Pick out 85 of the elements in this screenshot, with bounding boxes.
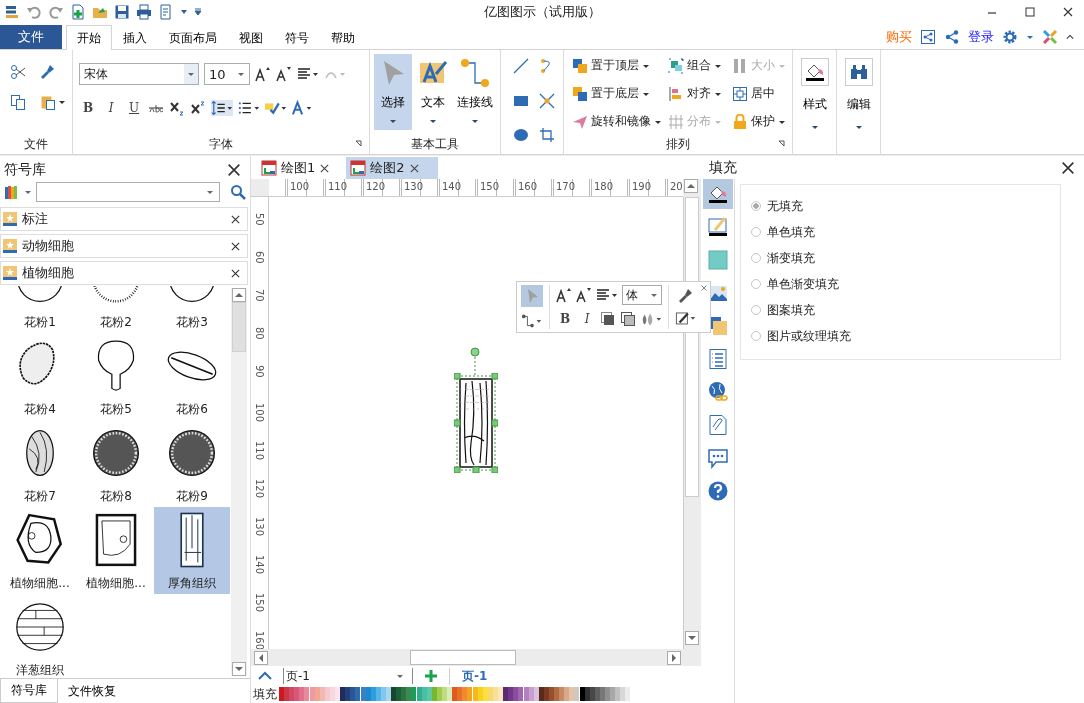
font-select[interactable]: 宋体 — [79, 63, 199, 85]
symbol-item[interactable]: 洋葱组织 — [2, 594, 78, 678]
ruler-label: 70 — [254, 288, 265, 304]
ruler-label: 100 — [254, 402, 265, 425]
font-size-select[interactable]: 10 — [204, 63, 250, 85]
format-button[interactable]: B — [79, 101, 97, 115]
fill-option[interactable]: 无填充 — [751, 193, 1050, 219]
group-label: 基本工具 — [410, 136, 460, 153]
symbol-item[interactable]: 花粉2 — [78, 286, 154, 333]
style-button[interactable]: 样式 — [800, 50, 829, 131]
document-tab[interactable]: 绘图1 — [257, 157, 341, 179]
arrange-button[interactable]: 旋转和镜像 — [572, 112, 668, 131]
ruler-label: 120 — [254, 478, 265, 501]
symbol-item[interactable]: 花粉8 — [78, 420, 154, 507]
group-label: 字体 — [209, 135, 233, 153]
ruler-label: 180 — [589, 179, 627, 196]
symbol-item[interactable]: 花粉3 — [154, 286, 230, 333]
ribbon-tab[interactable]: 页面布局 — [158, 26, 228, 50]
font-select[interactable]: 体 — [622, 285, 662, 305]
fill-option[interactable]: 单色填充 — [751, 219, 1050, 245]
arrange-button[interactable]: 居中 — [732, 84, 792, 103]
ribbon-tab[interactable]: 开始 — [66, 25, 112, 50]
arrange-button[interactable]: 保护 — [732, 112, 792, 131]
document-tab[interactable]: 绘图2 — [346, 157, 438, 179]
ruler-label: 190 — [627, 179, 665, 196]
fill-option[interactable]: 图片或纹理填充 — [751, 323, 1050, 349]
format-button[interactable]: I — [578, 312, 596, 326]
ribbon-tab[interactable]: 插入 — [112, 26, 158, 50]
arrange-button[interactable]: 对齐 — [668, 84, 732, 103]
fill-option[interactable]: 渐变填充 — [751, 245, 1050, 271]
edit-button[interactable]: 编辑 — [844, 50, 873, 131]
group-label: 排列 — [666, 135, 690, 153]
library-category[interactable]: 动物细胞 — [0, 234, 248, 258]
format-button[interactable]: B — [556, 312, 574, 326]
ruler-label: 130 — [254, 516, 265, 539]
library-category[interactable]: 植物细胞 — [0, 261, 248, 285]
ruler-label: 90 — [254, 364, 265, 380]
ribbon-tab[interactable]: 视图 — [228, 26, 274, 50]
ruler-label: 160 — [513, 179, 551, 196]
ruler-label: 80 — [254, 326, 265, 342]
ruler-label: 110 — [323, 179, 361, 196]
fill-option[interactable]: 图案填充 — [751, 297, 1050, 323]
file-menu-tab[interactable]: 文件 — [0, 25, 62, 49]
ruler-label: 150 — [254, 592, 265, 615]
symbol-item[interactable]: 花粉1 — [2, 286, 78, 333]
window-title: 亿图图示（试用版） — [483, 2, 601, 21]
ruler-label: 110 — [254, 440, 265, 463]
ribbon-tab[interactable]: 帮助 — [320, 26, 366, 50]
tool-button[interactable]: 选择 — [374, 54, 413, 130]
ruler-label: 130 — [399, 179, 437, 196]
symbol-item[interactable]: 厚角组织 — [154, 507, 230, 594]
format-button[interactable]: U — [125, 101, 143, 115]
ruler-label: 170 — [551, 179, 589, 196]
login-link[interactable]: 登录 — [968, 28, 994, 46]
ruler-label: 100 — [285, 179, 323, 196]
fill-option[interactable]: 单色渐变填充 — [751, 271, 1050, 297]
ruler-label: 150 — [475, 179, 513, 196]
ruler-label: 140 — [254, 554, 265, 577]
tool-button[interactable]: 文本 — [414, 54, 453, 130]
page-tab[interactable]: 页-1 — [449, 667, 488, 685]
symbol-item[interactable]: 植物细胞... — [2, 507, 78, 594]
ruler-label: 120 — [361, 179, 399, 196]
symbol-item[interactable]: 花粉7 — [2, 420, 78, 507]
ribbon-tab[interactable]: 符号 — [274, 26, 320, 50]
symbol-item[interactable]: 花粉4 — [2, 333, 78, 420]
panel-tab[interactable]: 符号库 — [0, 679, 58, 703]
tool-button[interactable]: 连接线 — [454, 54, 496, 130]
arrange-button[interactable]: 置于顶层 — [572, 56, 668, 75]
panel-tab[interactable]: 文件恢复 — [58, 679, 126, 703]
library-category[interactable]: 标注 — [0, 207, 248, 231]
arrange-button[interactable]: 组合 — [668, 56, 732, 75]
ruler-label: 140 — [437, 179, 475, 196]
ruler-label: 60 — [254, 250, 265, 266]
symbol-item[interactable]: 植物细胞... — [78, 507, 154, 594]
symbol-item[interactable]: 花粉6 — [154, 333, 230, 420]
palette-label: 填充 — [252, 685, 278, 703]
group-label: 文件 — [23, 136, 49, 153]
page-select[interactable]: 页-1 — [283, 668, 413, 684]
panel-title: 符号库 — [4, 160, 46, 179]
symbol-item[interactable]: 花粉9 — [154, 420, 230, 507]
format-button[interactable]: I — [102, 101, 120, 115]
panel-title: 填充 — [709, 158, 737, 177]
ruler-label: 50 — [254, 212, 265, 228]
symbol-item[interactable]: 花粉5 — [78, 333, 154, 420]
arrange-button[interactable]: 置于底层 — [572, 84, 668, 103]
